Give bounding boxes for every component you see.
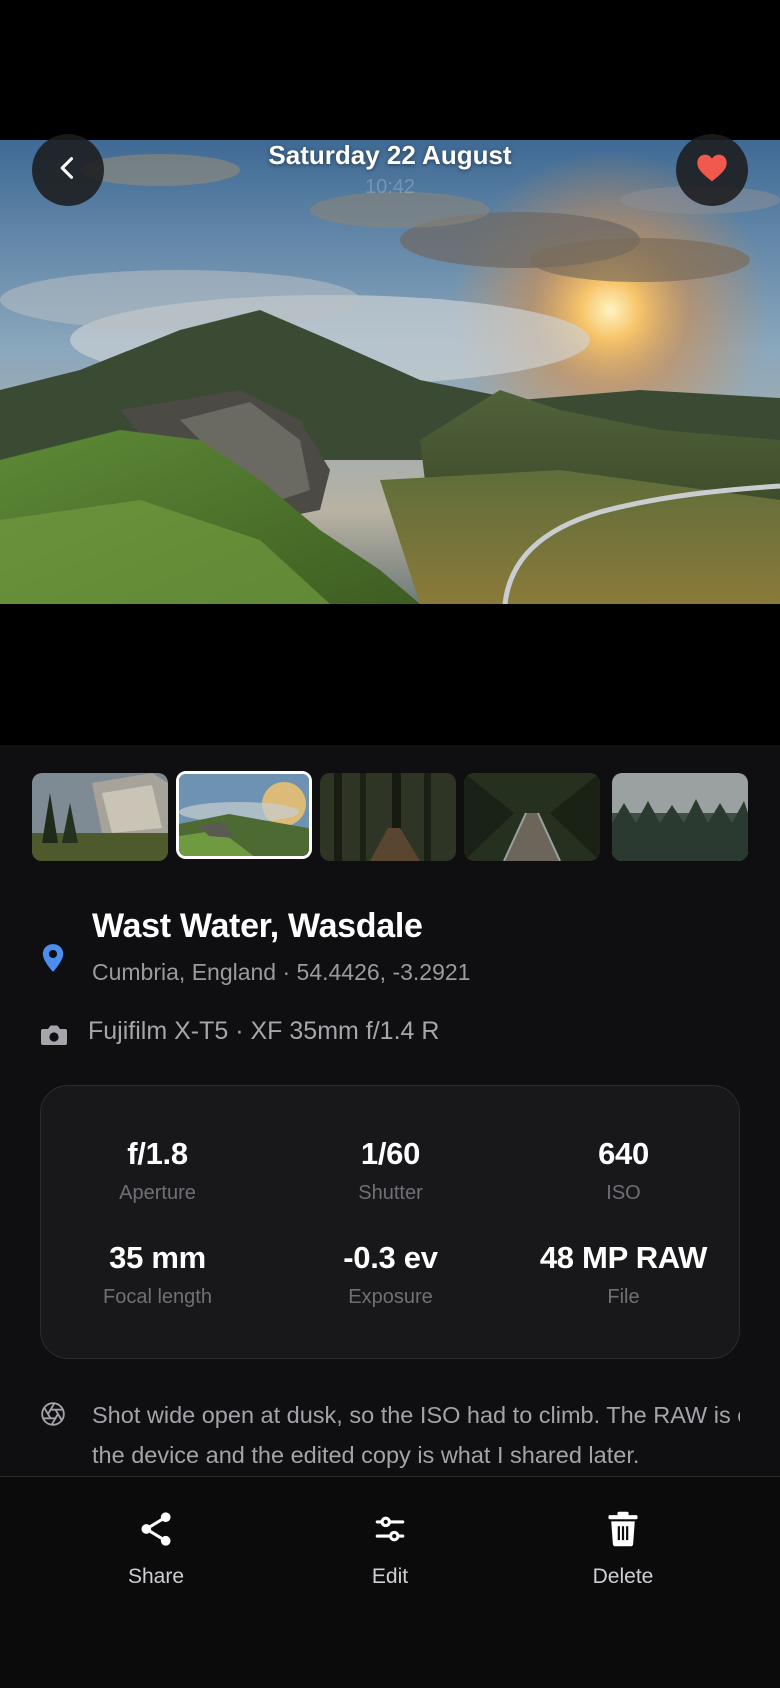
- trash-icon: [543, 1511, 703, 1555]
- exif-value: -0.3 ev: [343, 1240, 438, 1275]
- exif-card: f/1.8 Aperture 1/60 Shutter 640 ISO 35 m…: [40, 1085, 740, 1359]
- filmstrip: [32, 767, 748, 861]
- exif-focal-length: 35 mm Focal length: [41, 1240, 274, 1309]
- photo-time: 10:42: [364, 176, 416, 198]
- thumbnail-green-hills-sunset[interactable]: [176, 771, 312, 859]
- thumbnail-valley-cliff[interactable]: [32, 773, 168, 861]
- exif-label: File: [607, 1286, 640, 1308]
- photo-date: Saturday 22 August: [268, 140, 512, 170]
- camera-info: Fujifilm X-T5 · XF 35mm f/1.4 R: [40, 1017, 740, 1053]
- thumbnail-misty-pines[interactable]: [612, 773, 748, 861]
- exif-value: 48 MP RAW: [539, 1240, 708, 1275]
- delete-label: Delete: [592, 1565, 654, 1588]
- exif-label: ISO: [606, 1182, 641, 1204]
- photo-viewer: Saturday 22 August 10:42: [0, 0, 780, 745]
- aperture-icon: [40, 1401, 66, 1432]
- note-text: Shot wide open at dusk, so the ISO had t…: [92, 1402, 740, 1468]
- sliders-icon: [310, 1511, 470, 1555]
- camera-model: Fujifilm X-T5 · XF 35mm f/1.4 R: [88, 1017, 440, 1045]
- camera-icon: [40, 1023, 68, 1052]
- share-label: Share: [127, 1565, 185, 1588]
- exif-iso: 640 ISO: [507, 1136, 740, 1205]
- edit-button[interactable]: Edit: [310, 1511, 470, 1589]
- exif-file: 48 MP RAW File: [507, 1240, 740, 1309]
- map-pin-icon: [40, 943, 66, 978]
- share-button[interactable]: Share: [76, 1511, 236, 1589]
- thumbnail-boardwalk-forest[interactable]: [464, 773, 600, 861]
- exif-label: Focal length: [103, 1286, 212, 1308]
- location-title: Wast Water, Wasdale: [92, 907, 423, 945]
- thumbnail-forest-path[interactable]: [320, 773, 456, 861]
- exif-exposure: -0.3 ev Exposure: [274, 1240, 507, 1309]
- favorite-button[interactable]: [676, 134, 748, 206]
- exif-value: 640: [598, 1136, 649, 1171]
- exif-label: Aperture: [119, 1182, 196, 1204]
- share-icon: [76, 1511, 236, 1555]
- main-photo[interactable]: [0, 140, 780, 604]
- exif-value: 35 mm: [109, 1240, 206, 1275]
- exif-label: Exposure: [348, 1286, 433, 1308]
- exif-aperture: f/1.8 Aperture: [41, 1136, 274, 1205]
- heart-icon: [696, 153, 728, 188]
- exif-value: 1/60: [360, 1136, 421, 1171]
- exif-shutter: 1/60 Shutter: [274, 1136, 507, 1205]
- edit-label: Edit: [371, 1565, 409, 1588]
- exif-value: f/1.8: [127, 1136, 188, 1171]
- exif-label: Shutter: [358, 1182, 423, 1204]
- action-bar: Share Edit Delete: [0, 1476, 780, 1688]
- location-subtitle: Cumbria, England · 54.4426, -3.2921: [92, 959, 471, 985]
- delete-button[interactable]: Delete: [543, 1511, 703, 1589]
